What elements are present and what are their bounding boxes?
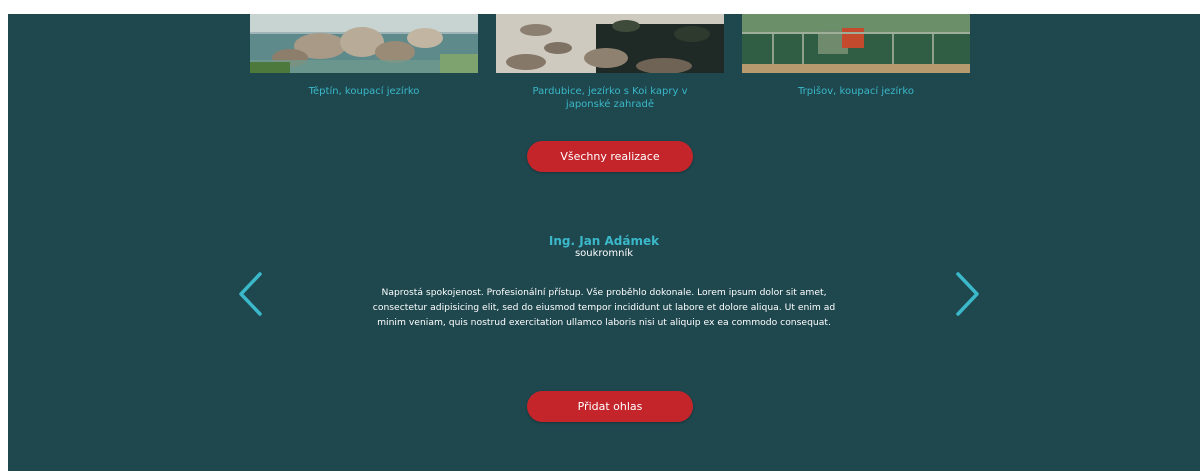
all-realizations-button[interactable]: Všechny realizace	[527, 141, 693, 172]
gallery-image[interactable]	[742, 14, 970, 73]
realizations-gallery: Těptín, koupací jezírko Pardubice, jezír…	[8, 14, 1200, 134]
gallery-image[interactable]	[250, 14, 478, 73]
gallery-card[interactable]: Trpišov, koupací jezírko	[742, 14, 970, 98]
testimonial-author-name: Ing. Jan Adámek	[548, 234, 660, 248]
testimonial-slider: Ing. Jan Adámek soukromník Naprostá spok…	[8, 234, 1200, 328]
gallery-caption[interactable]: Trpišov, koupací jezírko	[742, 85, 970, 98]
testimonial-text: Naprostá spokojenost. Profesionální přís…	[372, 287, 836, 328]
gallery-image[interactable]	[496, 14, 724, 73]
gallery-card[interactable]: Pardubice, jezírko s Koi kapry v japonsk…	[496, 14, 724, 111]
chevron-right-icon[interactable]	[952, 271, 982, 317]
page: Těptín, koupací jezírko Pardubice, jezír…	[8, 14, 1200, 471]
testimonial-author-role: soukromník	[574, 248, 634, 259]
gallery-caption[interactable]: Těptín, koupací jezírko	[250, 85, 478, 98]
gallery-card[interactable]: Těptín, koupací jezírko	[250, 14, 478, 98]
gallery-caption[interactable]: Pardubice, jezírko s Koi kapry v japonsk…	[496, 85, 724, 111]
chevron-left-icon[interactable]	[236, 271, 266, 317]
add-testimonial-button[interactable]: Přidat ohlas	[527, 391, 693, 422]
